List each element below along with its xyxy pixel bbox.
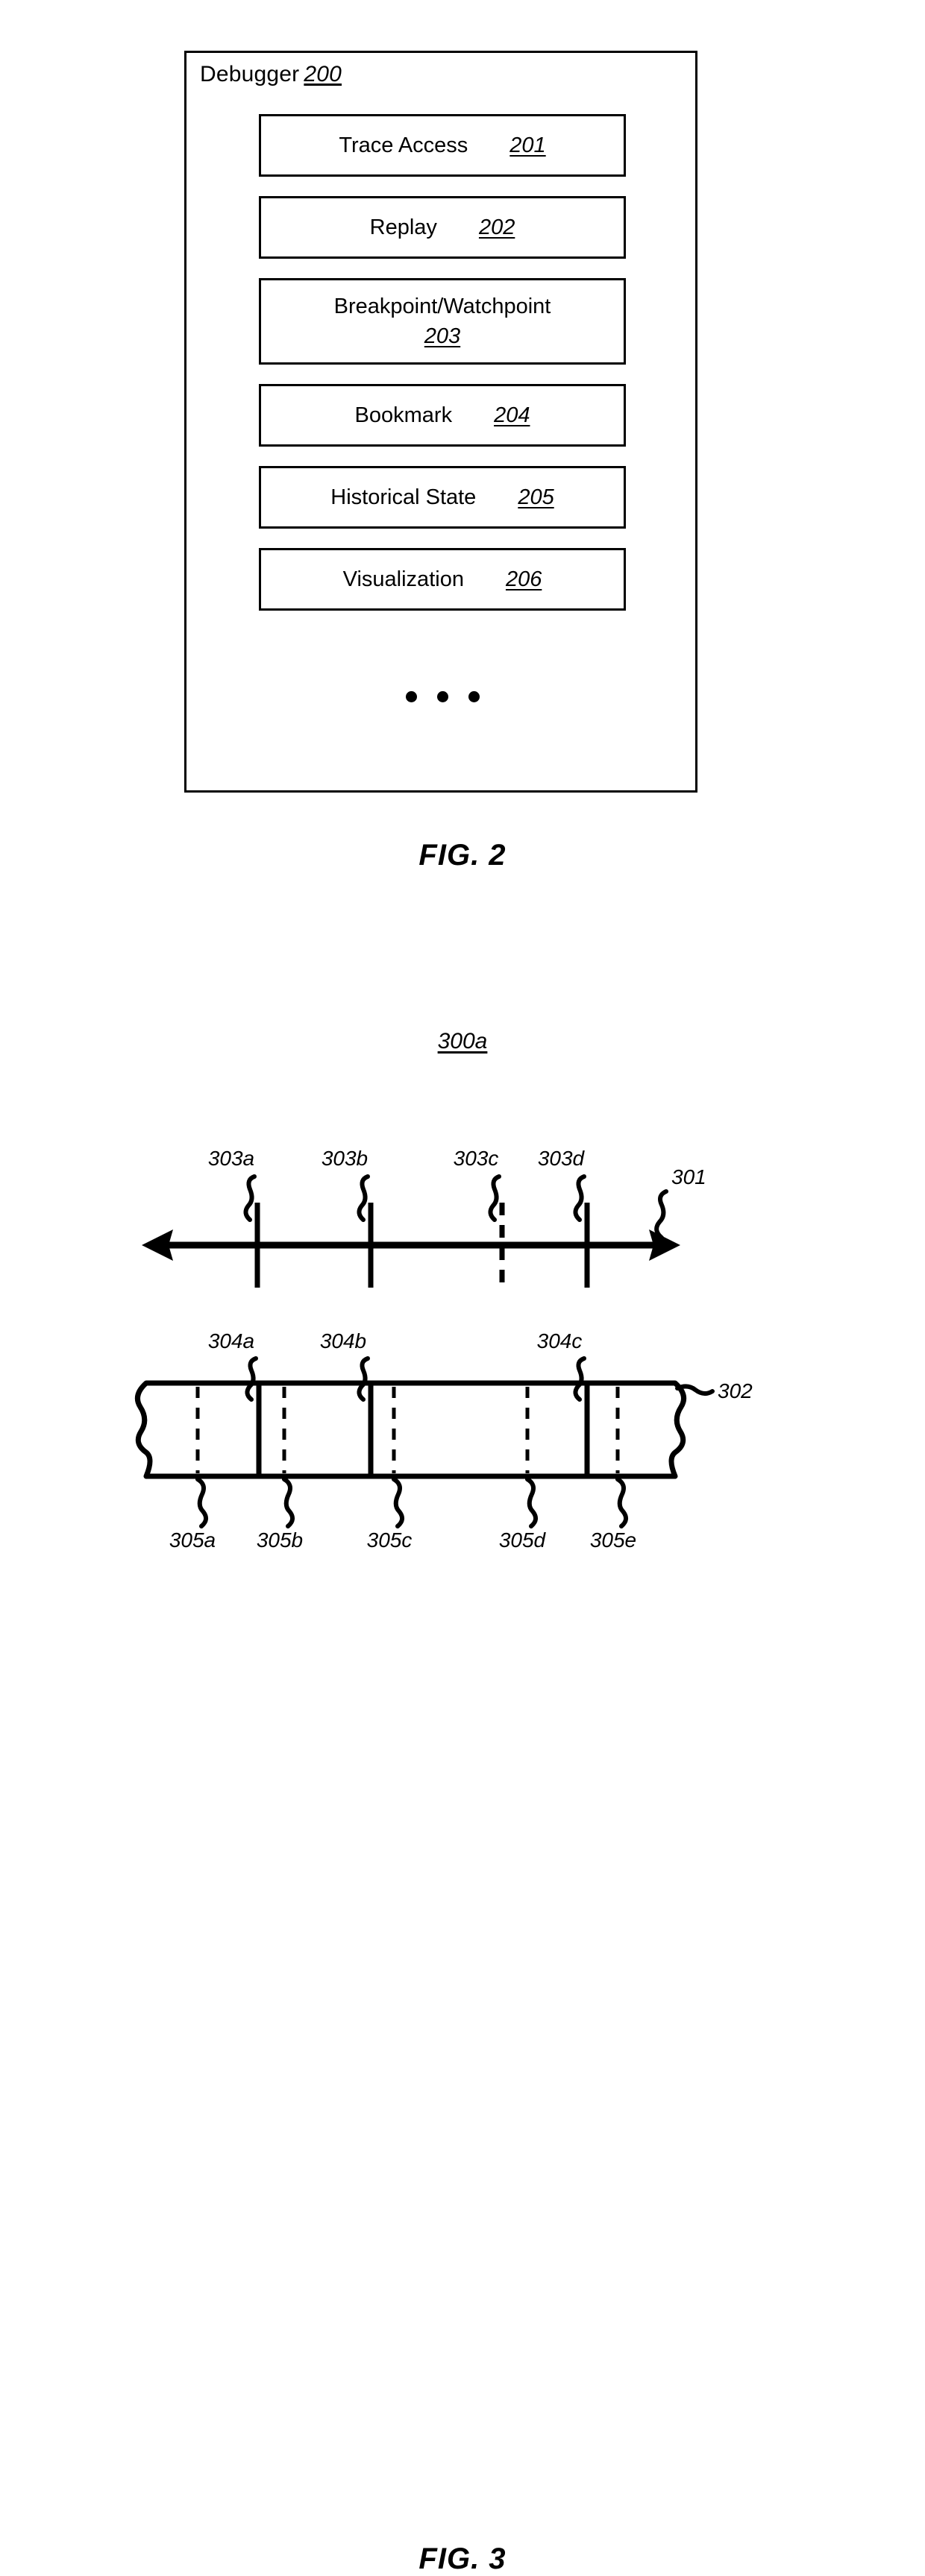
leader-squiggle-305e [615,1477,628,1528]
module-row: Replay 202 [261,215,624,240]
trace-bar-label-305a: 305a [169,1528,216,1552]
timeline-tick-label-303a: 303a [208,1147,254,1170]
module-box-replay[interactable]: Replay 202 [259,196,626,259]
module-row: Bookmark 204 [261,403,624,428]
figure-2-caption: FIG. 2 [418,839,507,872]
debugger-title: Debugger 200 [200,60,342,89]
module-row: Trace Access 201 [261,133,624,158]
leader-squiggle-303c [488,1174,501,1222]
leader-squiggle-305a [195,1477,208,1528]
timeline-tick-label-303d: 303d [538,1147,586,1170]
debugger-title-text: Debugger [200,62,300,86]
module-row: Historical State 205 [261,485,624,510]
ellipsis-dot-icon [405,691,417,702]
module-label: Replay [369,215,437,239]
trace-bar-302: 304a 304b 304c 302 305a 305b 305c 305d 3… [134,1329,753,1552]
module-label: Visualization [342,567,464,591]
module-ref-number: 201 [509,133,546,157]
trace-bar-label-305c: 305c [367,1528,413,1552]
leader-squiggle-304c [573,1356,586,1402]
module-label: Trace Access [339,133,468,157]
trace-bar-label-305b: 305b [257,1528,303,1552]
module-row: Visualization 206 [261,567,624,592]
module-box-breakpoint-watchpoint[interactable]: Breakpoint/Watchpoint 203 [259,278,626,365]
trace-bar-left-break [134,1380,153,1479]
module-label: Bookmark [354,403,453,427]
leader-squiggle-305c [392,1477,404,1528]
module-label: Historical State [330,485,477,509]
leader-squiggle-304a [245,1356,258,1402]
module-box-bookmark[interactable]: Bookmark 204 [259,384,626,447]
figure-2: Debugger 200 Trace Access 201 Replay 202 … [0,0,925,917]
timeline-301: 303a 303b 303c 303d 301 [142,1147,706,1288]
timeline-left-arrowhead [142,1229,173,1261]
trace-bar-label-304b: 304b [320,1329,366,1352]
leader-squiggle-304b [357,1356,370,1402]
ellipsis-more-modules [259,691,626,702]
timeline-right-arrowhead [649,1229,680,1261]
figure-3: 300a 303a 303b 303c 303d 301 304a 304b 3… [0,917,925,2575]
ellipsis-dot-icon [436,691,448,702]
module-box-visualization[interactable]: Visualization 206 [259,548,626,611]
module-list: Trace Access 201 Replay 202 Breakpoint/W… [259,114,626,630]
trace-bar-right-break [668,1380,687,1479]
module-label: Breakpoint/Watchpoint [333,295,551,318]
leader-squiggle-303a [243,1174,257,1222]
timeline-tick-label-303b: 303b [322,1147,368,1170]
trace-bar-label-304c: 304c [537,1329,583,1352]
module-ref-number: 204 [494,403,530,427]
leader-squiggle-303b [357,1174,370,1222]
trace-bar-label-305d: 305d [499,1528,547,1552]
leader-squiggle-305d [525,1477,538,1528]
trace-bar-label-305e: 305e [590,1528,636,1552]
module-ref-number: 206 [505,567,542,591]
leader-squiggle-301 [654,1189,668,1240]
leader-squiggle-303d [573,1174,586,1222]
trace-bar-ref-label-302: 302 [718,1379,753,1402]
module-ref-number: 202 [478,215,515,239]
module-box-historical-state[interactable]: Historical State 205 [259,466,626,529]
timeline-tick-label-303c: 303c [454,1147,499,1170]
debugger-ref-number: 200 [304,62,342,86]
ellipsis-dot-icon [468,691,480,702]
module-box-trace-access[interactable]: Trace Access 201 [259,114,626,177]
module-ref-number: 203 [424,324,461,348]
figure-3-caption: FIG. 3 [418,2542,507,2575]
leader-squiggle-305b [282,1477,295,1528]
trace-bar-label-304a: 304a [208,1329,254,1352]
figure-3-diagram: 303a 303b 303c 303d 301 304a 304b 304c 3… [134,1147,753,1552]
debugger-container-box: Debugger 200 Trace Access 201 Replay 202 … [184,51,697,793]
timeline-ref-label-301: 301 [671,1165,706,1188]
module-ref-number: 205 [518,485,554,509]
